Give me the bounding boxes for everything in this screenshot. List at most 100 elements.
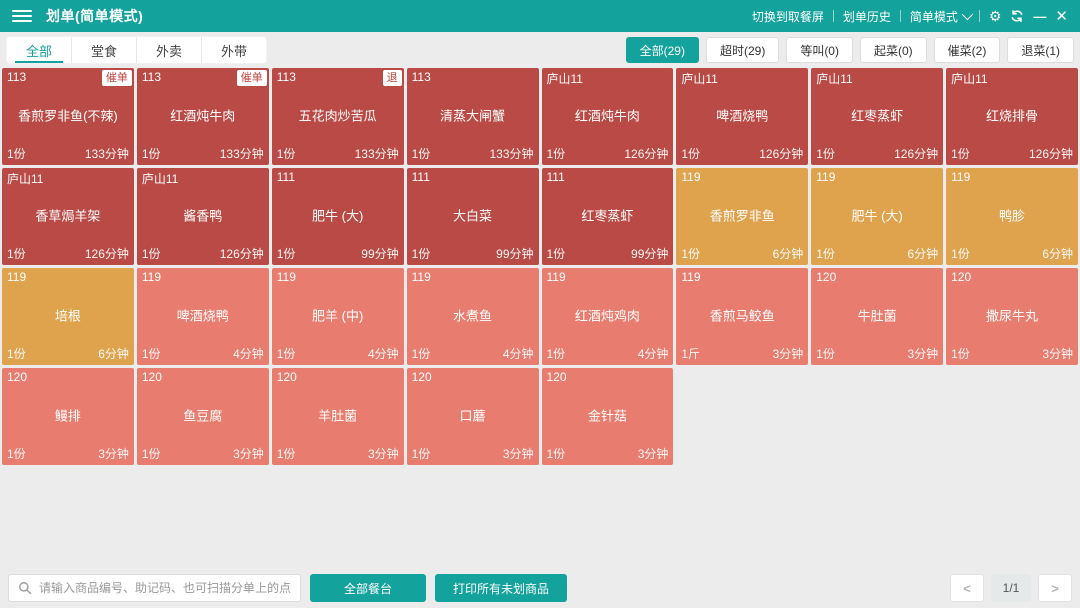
dish-card[interactable]: 庐山11 红枣蒸虾 1份 126分钟 [811, 68, 943, 165]
dish-quantity: 1份 [412, 145, 431, 162]
dish-quantity: 1份 [142, 245, 161, 262]
dish-quantity: 1份 [547, 145, 566, 162]
filter-button[interactable]: 催菜(2) [934, 37, 1001, 63]
tab[interactable]: 堂食 [71, 37, 136, 63]
elapsed-time: 133分钟 [355, 145, 399, 162]
table-number: 庐山11 [681, 70, 717, 87]
search-input[interactable] [39, 581, 291, 595]
dish-quantity: 1份 [816, 345, 835, 362]
table-number: 111 [412, 170, 430, 184]
elapsed-time: 126分钟 [220, 245, 264, 262]
print-unmarked-button[interactable]: 打印所有未划商品 [435, 574, 567, 602]
tab[interactable]: 外带 [201, 37, 266, 63]
dish-card[interactable]: 113 清蒸大闸蟹 1份 133分钟 [407, 68, 539, 165]
table-number: 119 [681, 270, 700, 284]
filter-button[interactable]: 超时(29) [706, 37, 779, 63]
elapsed-time: 126分钟 [759, 145, 803, 162]
elapsed-time: 126分钟 [894, 145, 938, 162]
dish-card[interactable]: 庐山11 红酒炖牛肉 1份 126分钟 [542, 68, 674, 165]
dish-name: 大白菜 [411, 208, 535, 225]
elapsed-time: 99分钟 [496, 245, 533, 262]
dish-card[interactable]: 119 肥牛 (大) 1份 6分钟 [811, 168, 943, 265]
dish-name: 五花肉炒苦瓜 [276, 108, 400, 125]
elapsed-time: 4分钟 [368, 345, 399, 362]
dish-card[interactable]: 120 口蘑 1份 3分钟 [407, 368, 539, 465]
elapsed-time: 6分钟 [1042, 245, 1073, 262]
elapsed-time: 4分钟 [638, 345, 669, 362]
dish-card[interactable]: 113 催单 香煎罗非鱼(不辣) 1份 133分钟 [2, 68, 134, 165]
table-number: 120 [816, 270, 836, 284]
dish-card[interactable]: 119 肥羊 (中) 1份 4分钟 [272, 268, 404, 365]
dish-card[interactable]: 庐山11 酱香鸭 1份 126分钟 [137, 168, 269, 265]
dish-card[interactable]: 120 鱼豆腐 1份 3分钟 [137, 368, 269, 465]
dish-name: 牛肚菌 [815, 308, 939, 325]
table-number: 119 [547, 270, 566, 284]
dish-card[interactable]: 119 香煎马鲛鱼 1斤 3分钟 [676, 268, 808, 365]
elapsed-time: 3分钟 [503, 445, 534, 462]
search-box[interactable] [8, 574, 301, 602]
dish-name: 清蒸大闸蟹 [411, 108, 535, 125]
dish-name: 红枣蒸虾 [546, 208, 670, 225]
table-number: 119 [7, 270, 26, 284]
urge-badge: 催单 [102, 70, 132, 86]
dish-card[interactable]: 120 鳗排 1份 3分钟 [2, 368, 134, 465]
table-number: 120 [277, 370, 297, 384]
table-number: 119 [816, 170, 835, 184]
elapsed-time: 6分钟 [98, 345, 129, 362]
dish-card[interactable]: 111 大白菜 1份 99分钟 [407, 168, 539, 265]
dish-card[interactable]: 119 啤酒烧鸭 1份 4分钟 [137, 268, 269, 365]
divider [900, 10, 901, 22]
dish-card[interactable]: 119 鸭胗 1份 6分钟 [946, 168, 1078, 265]
dish-card[interactable]: 庐山11 啤酒烧鸭 1份 126分钟 [676, 68, 808, 165]
elapsed-time: 3分钟 [1042, 345, 1073, 362]
minimize-icon[interactable]: — [1033, 10, 1046, 23]
dish-card[interactable]: 120 牛肚菌 1份 3分钟 [811, 268, 943, 365]
table-number: 111 [277, 170, 295, 184]
dish-name: 红枣蒸虾 [815, 108, 939, 125]
prev-page-button[interactable]: < [950, 574, 984, 602]
filter-button[interactable]: 起菜(0) [860, 37, 927, 63]
mode-dropdown[interactable]: 简单模式 [910, 8, 970, 25]
tab[interactable]: 全部 [7, 37, 71, 63]
dish-quantity: 1份 [816, 245, 835, 262]
dish-quantity: 1份 [7, 445, 26, 462]
dish-card[interactable]: 113 退 五花肉炒苦瓜 1份 133分钟 [272, 68, 404, 165]
dish-name: 红酒炖牛肉 [141, 108, 265, 125]
sync-icon[interactable] [1010, 9, 1024, 23]
close-icon[interactable]: ✕ [1055, 9, 1068, 24]
filter-button[interactable]: 等叫(0) [786, 37, 853, 63]
search-icon [18, 581, 32, 595]
all-tables-button[interactable]: 全部餐台 [310, 574, 426, 602]
filter-button[interactable]: 退菜(1) [1007, 37, 1074, 63]
dish-card[interactable]: 庐山11 红烧排骨 1份 126分钟 [946, 68, 1078, 165]
dish-card[interactable]: 120 金针菇 1份 3分钟 [542, 368, 674, 465]
gear-icon[interactable]: ⚙ [989, 9, 1002, 23]
switch-to-pickup-screen-link[interactable]: 切换到取餐屏 [752, 8, 824, 25]
dish-quantity: 1份 [7, 145, 26, 162]
table-number: 113 [412, 70, 431, 84]
dish-card[interactable]: 120 羊肚菌 1份 3分钟 [272, 368, 404, 465]
urge-badge: 催单 [237, 70, 267, 86]
dish-card[interactable]: 120 撒尿牛丸 1份 3分钟 [946, 268, 1078, 365]
dish-quantity: 1份 [142, 145, 161, 162]
table-number: 庐山11 [951, 70, 987, 87]
toolbar: 全部 堂食 外卖 外带 全部(29) 超时(29) 等叫(0) 起菜(0) 催菜… [0, 32, 1080, 66]
dish-card[interactable]: 庐山11 香草焗羊架 1份 126分钟 [2, 168, 134, 265]
order-history-link[interactable]: 划单历史 [843, 8, 891, 25]
dish-card[interactable]: 119 香煎罗非鱼 1份 6分钟 [676, 168, 808, 265]
dish-card[interactable]: 119 水煮鱼 1份 4分钟 [407, 268, 539, 365]
elapsed-time: 133分钟 [489, 145, 533, 162]
dish-card[interactable]: 119 培根 1份 6分钟 [2, 268, 134, 365]
next-page-button[interactable]: > [1038, 574, 1072, 602]
dish-card[interactable]: 111 红枣蒸虾 1份 99分钟 [542, 168, 674, 265]
dish-quantity: 1份 [547, 245, 566, 262]
dish-card[interactable]: 119 红酒炖鸡肉 1份 4分钟 [542, 268, 674, 365]
dish-card[interactable]: 113 催单 红酒炖牛肉 1份 133分钟 [137, 68, 269, 165]
menu-icon[interactable] [12, 10, 32, 22]
elapsed-time: 3分钟 [773, 345, 804, 362]
filter-button[interactable]: 全部(29) [626, 37, 699, 63]
tab[interactable]: 外卖 [136, 37, 201, 63]
dish-card[interactable]: 111 肥牛 (大) 1份 99分钟 [272, 168, 404, 265]
urge-badge: 退 [383, 70, 402, 86]
elapsed-time: 126分钟 [624, 145, 668, 162]
